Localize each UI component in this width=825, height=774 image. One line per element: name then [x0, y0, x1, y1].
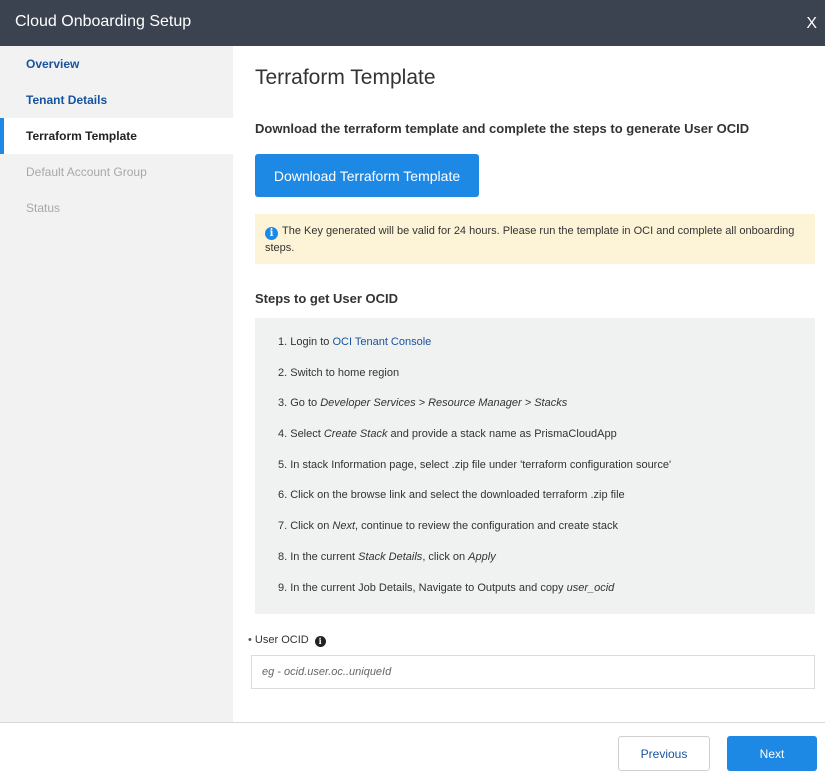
info-text: The Key generated will be valid for 24 h… — [265, 225, 795, 254]
step-emphasis: user_ocid — [566, 581, 615, 594]
step-text: , click on — [422, 550, 469, 563]
user-ocid-input[interactable] — [251, 655, 815, 689]
steps-list: 1. Login to OCI Tenant Console 2. Switch… — [255, 318, 815, 614]
main-content: Terraform Template Download the terrafor… — [233, 46, 825, 722]
steps-heading: Steps to get User OCID — [255, 291, 399, 306]
sidebar-item-status: Status — [0, 190, 233, 226]
step-text: 5. In stack Information page, select .zi… — [278, 458, 672, 471]
info-banner: i The Key generated will be valid for 24 … — [255, 214, 815, 264]
sidebar-item-tenant-details[interactable]: Tenant Details — [0, 82, 233, 118]
list-item: 6. Click on the browse link and select t… — [278, 488, 815, 519]
step-text: 3. Go to — [278, 397, 321, 410]
info-icon: i — [265, 227, 278, 240]
list-item: 5. In stack Information page, select .zi… — [278, 458, 815, 489]
list-item: 4. Select Create Stack and provide a sta… — [278, 427, 815, 458]
modal-header: Cloud Onboarding Setup X — [0, 0, 825, 46]
step-emphasis: Create Stack — [323, 428, 388, 441]
step-text: 7. Click on — [278, 520, 333, 533]
onboarding-modal: Cloud Onboarding Setup X Overview Tenant… — [0, 0, 825, 774]
oci-tenant-console-link[interactable]: OCI Tenant Console — [332, 336, 431, 348]
modal-title: Cloud Onboarding Setup — [15, 13, 192, 30]
list-item: 9. In the current Job Details, Navigate … — [278, 581, 815, 612]
step-text: 1. Login to — [278, 336, 333, 348]
sidebar-item-terraform-template[interactable]: Terraform Template — [0, 118, 233, 154]
previous-button[interactable]: Previous — [618, 736, 710, 771]
step-text: , continue to review the configuration a… — [355, 520, 618, 533]
download-terraform-template-button[interactable]: Download Terraform Template — [255, 154, 479, 197]
close-icon[interactable]: X — [806, 14, 817, 34]
sidebar-item-overview[interactable]: Overview — [0, 46, 233, 82]
step-emphasis: Developer Services > Resource Manager > … — [320, 397, 568, 410]
page-title: Terraform Template — [255, 66, 436, 89]
list-item: 3. Go to Developer Services > Resource M… — [278, 396, 815, 427]
sidebar-item-label: Terraform Template — [26, 129, 137, 143]
sidebar-item-label: Tenant Details — [26, 93, 108, 107]
step-emphasis: Stack Details — [358, 550, 423, 563]
step-text: 6. Click on the browse link and select t… — [278, 489, 625, 502]
sidebar-item-label: Default Account Group — [26, 165, 147, 179]
sidebar-item-default-account-group: Default Account Group — [0, 154, 233, 190]
next-button[interactable]: Next — [727, 736, 817, 771]
step-text: 8. In the current — [278, 550, 359, 563]
list-item: 7. Click on Next, continue to review the… — [278, 519, 815, 550]
step-emphasis: Apply — [468, 550, 496, 563]
list-item: 2. Switch to home region — [278, 366, 815, 397]
page-subtitle: Download the terraform template and comp… — [255, 121, 750, 136]
step-emphasis: Next — [332, 520, 356, 533]
list-item: 1. Login to OCI Tenant Console — [278, 335, 815, 366]
list-item: 8. In the current Stack Details, click o… — [278, 550, 815, 581]
wizard-sidebar: Overview Tenant Details Terraform Templa… — [0, 46, 233, 722]
step-text: and provide a stack name as PrismaCloudA… — [387, 428, 617, 441]
step-text: 9. In the current Job Details, Navigate … — [278, 581, 567, 594]
step-text: 2. Switch to home region — [278, 366, 400, 379]
sidebar-item-label: Overview — [26, 57, 80, 71]
user-ocid-label-text: User OCID — [254, 634, 309, 646]
sidebar-item-label: Status — [26, 201, 61, 215]
user-ocid-label: • User OCID i — [248, 634, 326, 647]
required-bullet: • — [248, 634, 252, 646]
modal-footer: Previous Next — [0, 722, 825, 774]
help-icon[interactable]: i — [314, 636, 326, 647]
step-text: 4. Select — [278, 428, 324, 441]
